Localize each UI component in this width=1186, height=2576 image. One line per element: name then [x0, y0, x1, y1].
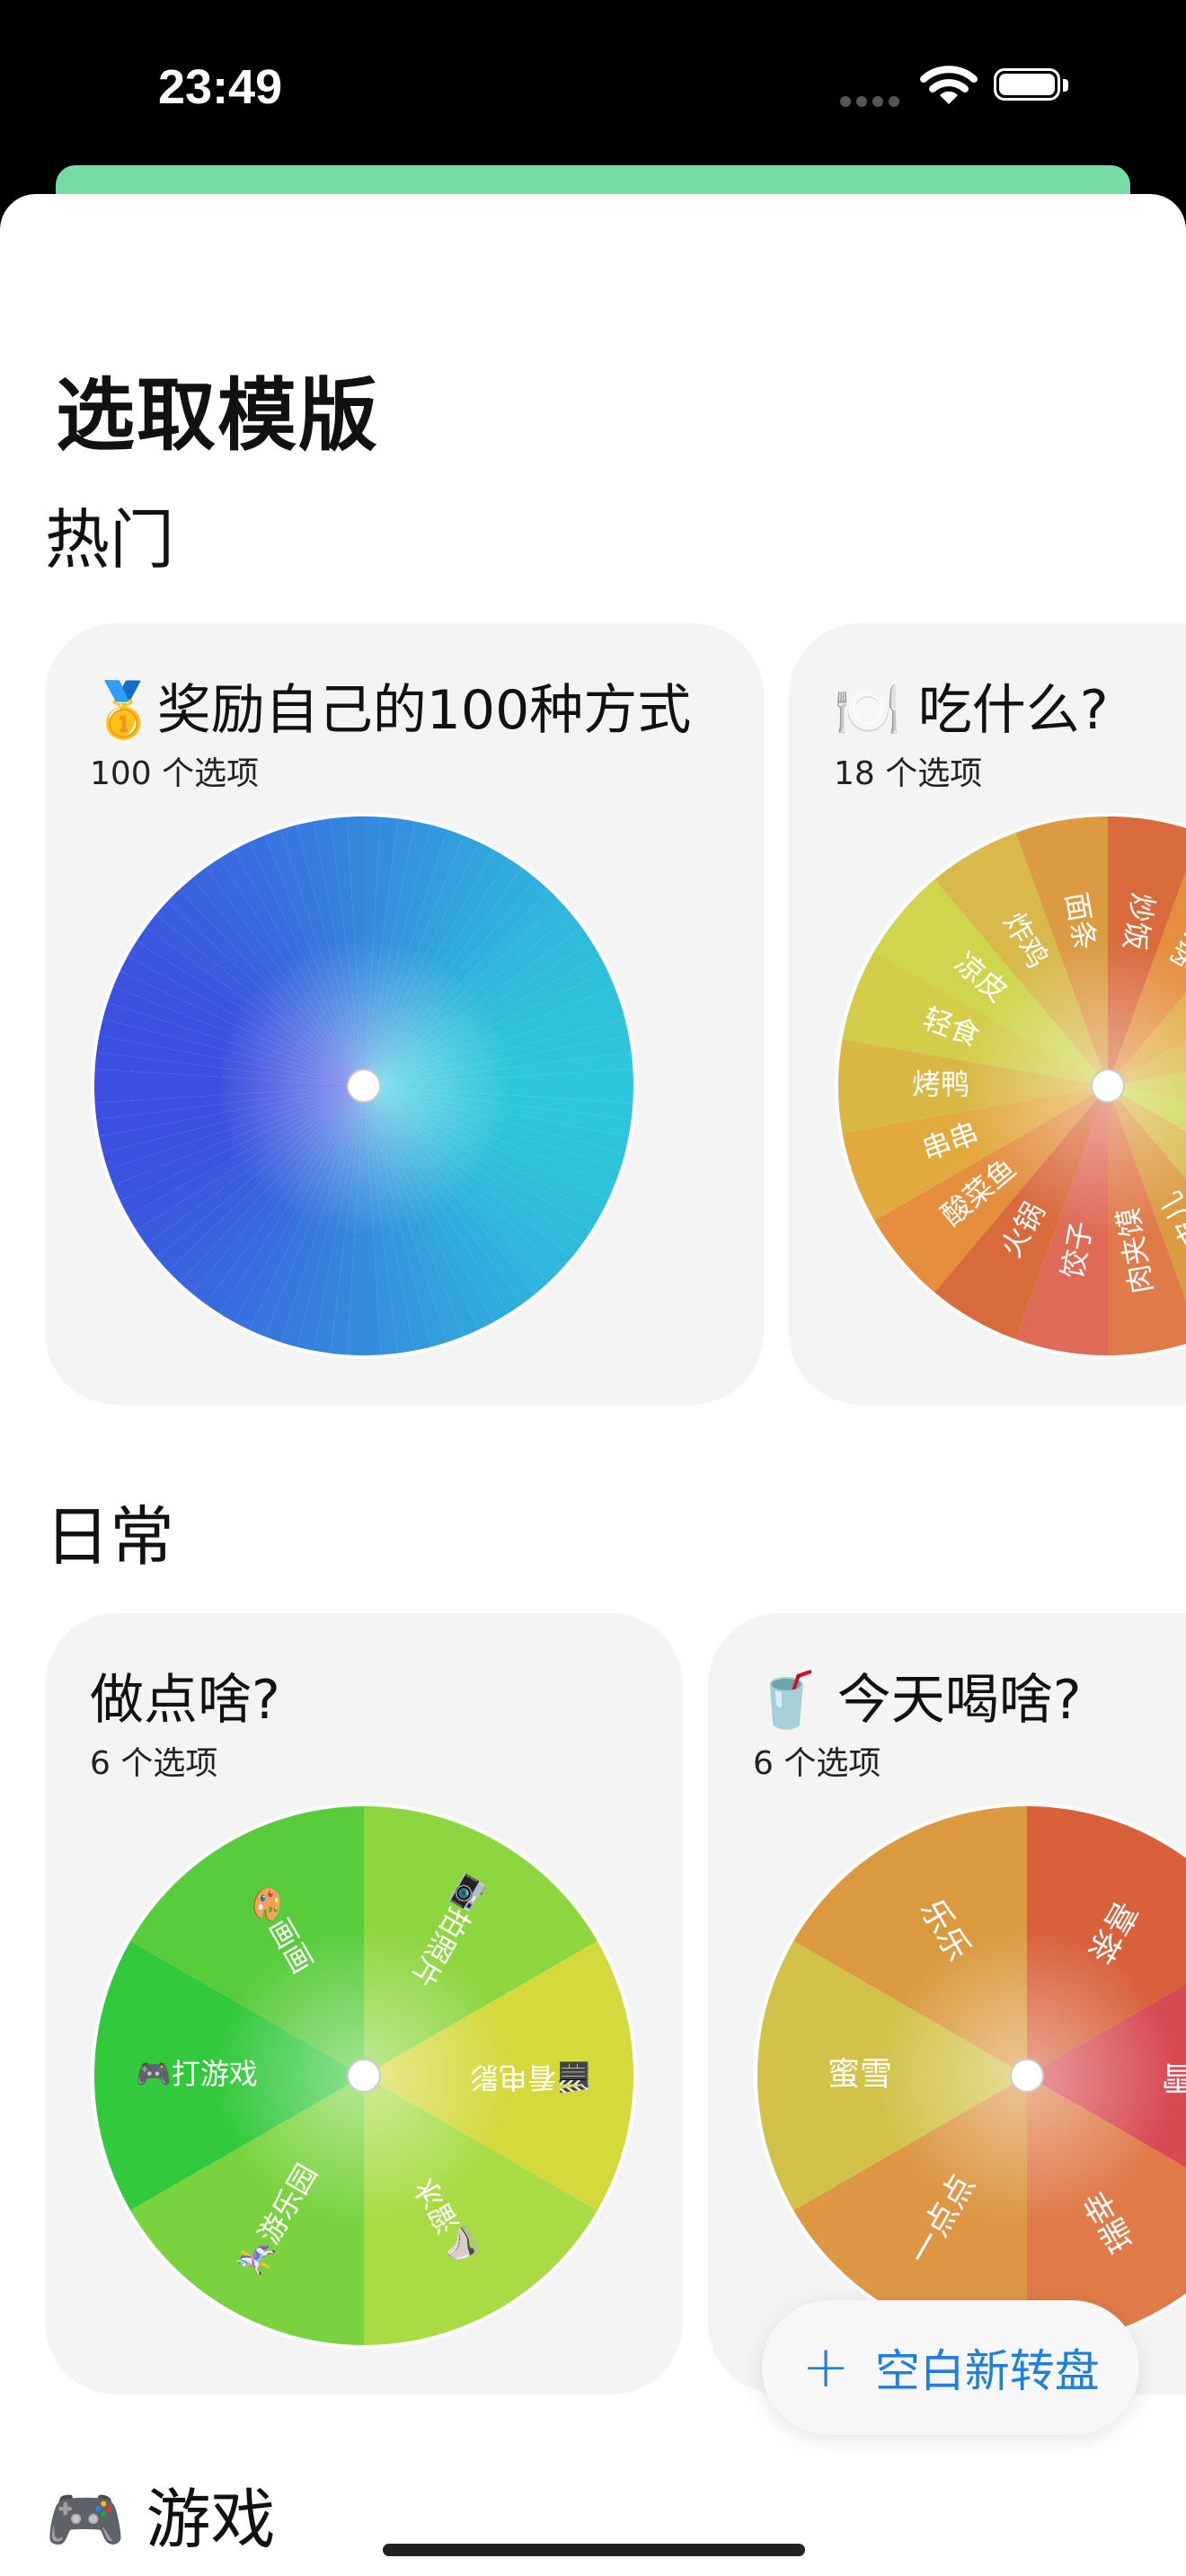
wheel-center-knob — [347, 1069, 381, 1103]
sheet-title: 选取模版 — [56, 369, 380, 462]
card-title: 🍽️ 吃什么? — [834, 679, 1109, 742]
option-count: 100 个选项 — [90, 755, 260, 792]
template-sheet: 选取模版 热门 🥇奖励自己的100种方式 100 个选项 🍽️ 吃什么? 18 … — [0, 194, 1186, 2576]
option-count: 6 个选项 — [753, 1745, 881, 1782]
section-title-popular: 热门 — [45, 502, 175, 578]
home-indicator — [383, 2544, 805, 2556]
wheel-preview-do: 📷拍照片🎬看电影⛸️溜冰🎠游乐园🎮打游戏🎨画画 — [91, 1803, 637, 2349]
add-blank-wheel-label: 空白新转盘 — [874, 2345, 1100, 2397]
card-title: 🥤 今天喝啥? — [753, 1669, 1082, 1732]
wheel-preview-drink: 喜茶奈雪瑞幸一点点蜜雪乐乐 — [754, 1803, 1186, 2349]
template-card-reward[interactable]: 🥇奖励自己的100种方式 100 个选项 — [45, 623, 764, 1405]
medal-icon: 🥇 — [90, 679, 157, 742]
wheel-preview-eat: 炒饭火锅盖饭冒菜米线烤肉麻辣烫凉皮儿肉夹馍饺子火锅酸菜鱼串串烤鸭轻食凉皮炸鸡面条 — [835, 813, 1186, 1359]
plus-icon: + — [801, 2334, 850, 2401]
template-card-drink[interactable]: 🥤 今天喝啥? 6 个选项 喜茶奈雪瑞幸一点点蜜雪乐乐 — [708, 1613, 1186, 2395]
wheel-preview-reward — [91, 813, 637, 1359]
option-count: 6 个选项 — [90, 1745, 218, 1782]
signal-icon — [840, 93, 905, 110]
add-blank-wheel-button[interactable]: + 空白新转盘 — [762, 2300, 1139, 2435]
template-card-do[interactable]: 做点啥? 6 个选项 📷拍照片 🎬看电影 ⛸️溜冰 🎠游乐园 🎮打游戏 🎨画画 — [45, 1613, 683, 2395]
plate-icon: 🍽️ — [834, 679, 901, 742]
section-title-games: 🎮 游戏 — [45, 2482, 276, 2557]
template-card-eat[interactable]: 🍽️ 吃什么? 18 个选项 炒饭火锅盖饭冒菜米线烤肉麻辣烫凉皮儿肉夹馍饺子火锅… — [789, 623, 1186, 1405]
card-title: 🥇奖励自己的100种方式 — [90, 679, 692, 742]
section-title-daily: 日常 — [45, 1499, 175, 1575]
battery-icon — [994, 68, 1069, 104]
card-title: 做点啥? — [90, 1669, 280, 1732]
wifi-icon — [920, 66, 978, 104]
wheel-center-knob — [1091, 1069, 1125, 1103]
game-controller-icon: 🎮 — [45, 2482, 126, 2557]
wheel-center-knob — [1010, 2059, 1044, 2093]
drink-icon: 🥤 — [753, 1669, 820, 1732]
wheel-center-knob — [347, 2059, 381, 2093]
status-bar: 23:49 — [0, 0, 1186, 180]
status-time: 23:49 — [158, 60, 283, 114]
option-count: 18 个选项 — [834, 755, 983, 792]
